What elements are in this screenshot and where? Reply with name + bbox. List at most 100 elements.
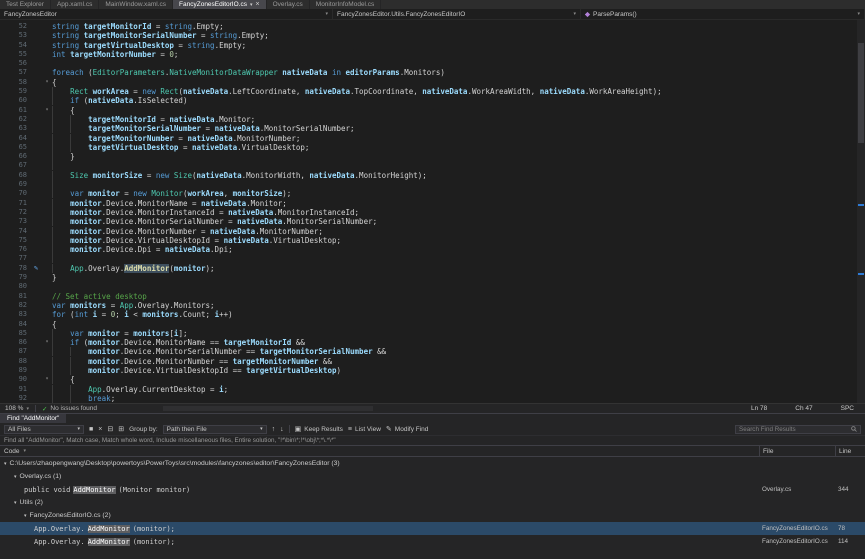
tab-app-xaml-cs[interactable]: App.xaml.cs [51, 0, 99, 9]
breakpoint-margin[interactable] [30, 338, 42, 347]
breakpoint-margin[interactable] [30, 50, 42, 59]
breakpoint-margin[interactable] [30, 217, 42, 226]
zoom-control[interactable]: 108 % ▾ [5, 405, 29, 412]
code-line[interactable]: 82var monitors = App.Overlay.Monitors; [0, 301, 865, 310]
breakpoint-margin[interactable] [30, 310, 42, 319]
code-line[interactable]: 56 [0, 59, 865, 68]
column-header-code[interactable]: Code ▾ [0, 446, 759, 456]
code-line[interactable]: 54string targetVirtualDesktop = string.E… [0, 41, 865, 50]
breadcrumb-project[interactable]: FancyZonesEditor ▾ [0, 9, 333, 19]
code-line[interactable]: 84{ [0, 320, 865, 329]
find-result-group-row[interactable]: ▾FancyZonesEditorIO.cs (2) [0, 509, 865, 522]
code-line[interactable]: 60 if (nativeData.IsSelected) [0, 96, 865, 105]
code-line[interactable]: 76 monitor.Device.Dpi = nativeData.Dpi; [0, 245, 865, 254]
status-column[interactable]: Ch 47 [795, 405, 812, 412]
breakpoint-margin[interactable] [30, 180, 42, 189]
tab-test-explorer[interactable]: Test Explorer [0, 0, 51, 9]
breakpoint-margin[interactable] [30, 366, 42, 375]
breakpoint-margin[interactable] [30, 245, 42, 254]
breakpoint-margin[interactable] [30, 115, 42, 124]
scrollbar-thumb[interactable] [858, 43, 864, 143]
code-line[interactable]: 79} [0, 273, 865, 282]
collapse-all-icon[interactable]: ⊟ [107, 425, 113, 434]
breakpoint-margin[interactable] [30, 78, 42, 87]
expand-all-icon[interactable]: ⊞ [118, 425, 124, 434]
breakpoint-margin[interactable] [30, 199, 42, 208]
breakpoint-margin[interactable] [30, 273, 42, 282]
breakpoint-margin[interactable] [30, 329, 42, 338]
breakpoint-margin[interactable] [30, 31, 42, 40]
find-result-group-row[interactable]: ▾C:\Users\zhaopengwang\Desktop\powertoys… [0, 457, 865, 470]
code-line[interactable]: 85 var monitor = monitors[i]; [0, 329, 865, 338]
code-line[interactable]: 52string targetMonitorId = string.Empty; [0, 22, 865, 31]
tab-overlay-cs[interactable]: Overlay.cs [267, 0, 310, 9]
breakpoint-margin[interactable] [30, 301, 42, 310]
find-results-searchbox[interactable] [735, 425, 861, 434]
code-line[interactable]: 87 monitor.Device.MonitorSerialNumber ==… [0, 347, 865, 356]
breadcrumb-type[interactable]: FancyZonesEditor.Utils.FancyZonesEditorI… [333, 9, 581, 19]
code-line[interactable]: 86▾ if (monitor.Device.MonitorName == ta… [0, 338, 865, 347]
fold-collapse-icon[interactable]: ▾ [42, 375, 52, 384]
find-result-row[interactable]: public void AddMonitor(Monitor monitor)O… [0, 483, 865, 496]
code-line[interactable]: 68 Size monitorSize = new Size(nativeDat… [0, 171, 865, 180]
tab-dropdown-icon[interactable]: ▾ [250, 2, 253, 8]
code-line[interactable]: 90▾ { [0, 375, 865, 384]
breakpoint-margin[interactable] [30, 357, 42, 366]
find-result-row[interactable]: App.Overlay.AddMonitor(monitor);FancyZon… [0, 522, 865, 535]
code-line[interactable]: 53string targetMonitorSerialNumber = str… [0, 31, 865, 40]
breakpoint-margin[interactable] [30, 152, 42, 161]
column-header-line[interactable]: Line [835, 446, 865, 456]
code-line[interactable]: 78✎ App.Overlay.AddMonitor(monitor); [0, 264, 865, 273]
code-editor[interactable]: 52string targetMonitorId = string.Empty;… [0, 20, 865, 403]
code-line[interactable]: 83for (int i = 0; i < monitors.Count; i+… [0, 310, 865, 319]
code-line[interactable]: 55int targetMonitorNumber = 0; [0, 50, 865, 59]
breakpoint-margin[interactable] [30, 375, 42, 384]
code-line[interactable]: 61▾ { [0, 106, 865, 115]
code-line[interactable]: 66 } [0, 152, 865, 161]
code-line[interactable]: 69 [0, 180, 865, 189]
breakpoint-margin[interactable] [30, 208, 42, 217]
code-line[interactable]: 70 var monitor = new Monitor(workArea, m… [0, 189, 865, 198]
editor-vertical-scrollbar[interactable] [857, 20, 865, 403]
breakpoint-margin[interactable] [30, 189, 42, 198]
breakpoint-margin[interactable] [30, 106, 42, 115]
code-line[interactable]: 72 monitor.Device.MonitorInstanceId = na… [0, 208, 865, 217]
breakpoint-margin[interactable] [30, 171, 42, 180]
fold-collapse-icon[interactable]: ▾ [42, 78, 52, 87]
scope-dropdown[interactable]: All Files ▾ [4, 425, 84, 434]
breadcrumb-member[interactable]: ParseParams() ▾ [581, 9, 865, 19]
code-line[interactable]: 58▾{ [0, 78, 865, 87]
code-line[interactable]: 91 App.Overlay.CurrentDesktop = i; [0, 385, 865, 394]
breakpoint-margin[interactable] [30, 254, 42, 263]
tab-monitorinfomodel-cs[interactable]: MonitorInfoModel.cs [310, 0, 382, 9]
breakpoint-margin[interactable] [30, 347, 42, 356]
code-line[interactable]: 92 break; [0, 394, 865, 403]
column-header-file[interactable]: File [759, 446, 835, 456]
code-line[interactable]: 80 [0, 282, 865, 291]
previous-location-icon[interactable]: ↑ [272, 425, 276, 434]
find-result-row[interactable]: App.Overlay.AddMonitor(monitor);FancyZon… [0, 535, 865, 548]
breakpoint-margin[interactable] [30, 320, 42, 329]
health-indicator[interactable]: ✓ No issues found [42, 405, 97, 413]
code-line[interactable]: 77 [0, 254, 865, 263]
fold-collapse-icon[interactable]: ▾ [42, 106, 52, 115]
code-line[interactable]: 73 monitor.Device.MonitorSerialNumber = … [0, 217, 865, 226]
breakpoint-margin[interactable] [30, 385, 42, 394]
breakpoint-margin[interactable] [30, 59, 42, 68]
breakpoint-margin[interactable] [30, 236, 42, 245]
breakpoint-margin[interactable] [30, 282, 42, 291]
list-view-toggle[interactable]: ≡ List View [348, 425, 381, 434]
code-line[interactable]: 57foreach (EditorParameters.NativeMonito… [0, 68, 865, 77]
code-line[interactable]: 89 monitor.Device.VirtualDesktopId == ta… [0, 366, 865, 375]
horizontal-scrollbar-thumb[interactable] [163, 406, 373, 411]
breakpoint-margin[interactable] [30, 68, 42, 77]
keep-results-toggle[interactable]: ▣ Keep Results [295, 425, 343, 434]
code-line[interactable]: 63 targetMonitorSerialNumber = nativeDat… [0, 124, 865, 133]
expander-icon[interactable]: ▾ [14, 474, 17, 480]
find-result-group-row[interactable]: ▾Utils (2) [0, 496, 865, 509]
tab-fancyzoneseditorio-cs[interactable]: FancyZonesEditorIO.cs▾× [173, 0, 267, 9]
stop-search-icon[interactable]: ■ [89, 425, 93, 434]
breakpoint-margin[interactable] [30, 143, 42, 152]
breakpoint-margin[interactable] [30, 124, 42, 133]
breakpoint-margin[interactable] [30, 161, 42, 170]
